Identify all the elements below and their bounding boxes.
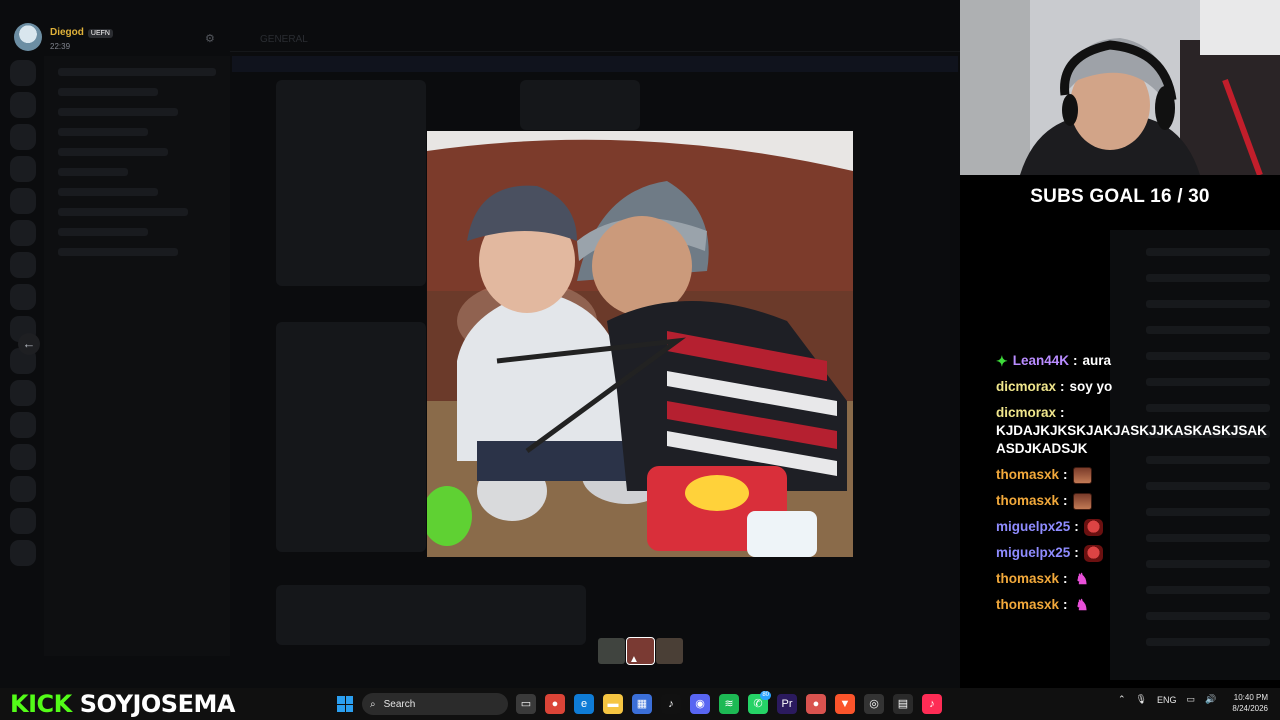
chat-separator: : — [1063, 571, 1068, 586]
chat-message: ✦ Lean44K: aura — [996, 352, 1271, 370]
server-rail — [8, 60, 40, 680]
chat-separator: : — [1073, 353, 1078, 368]
webcam-feed — [960, 0, 1280, 175]
kick-brand: KICK SOYJOSEMA — [10, 690, 235, 718]
taskbar-apps: ▭ ● e ▬ ▦ ♪ ◉ ≋ ✆ 80 Pr ● ▼ ◎ ▤ ♪ — [516, 691, 942, 714]
language-indicator[interactable]: ENG — [1157, 695, 1177, 705]
brave-icon[interactable]: ▼ — [835, 694, 855, 714]
whatsapp-icon[interactable]: ✆ 80 — [748, 691, 771, 714]
user-time: 22:39 — [50, 42, 71, 51]
chat-message: thomasxk: ♞ — [996, 596, 1271, 614]
photo-content — [427, 131, 853, 557]
kick-logo: KICK — [10, 690, 72, 718]
chat-message: thomasxk: — [996, 492, 1271, 510]
search-placeholder: Search — [383, 698, 416, 710]
chat-separator: : — [1074, 545, 1079, 560]
chat-separator: : — [1060, 379, 1065, 394]
chat-separator: : — [1060, 405, 1065, 420]
chat-username[interactable]: Lean44K — [1013, 352, 1069, 370]
chat-username[interactable]: dicmorax — [996, 378, 1056, 396]
chat-message: dicmorax: soy yo — [996, 378, 1271, 396]
chat-username[interactable]: miguelpx25 — [996, 544, 1070, 562]
thumbnail[interactable] — [656, 638, 683, 664]
chrome-alt-icon[interactable]: ● — [806, 694, 826, 714]
subs-goal: SUBS GOAL 16 / 30 — [1030, 186, 1210, 207]
chat-separator: : — [1063, 467, 1068, 482]
file-explorer-icon[interactable]: ▬ — [603, 694, 623, 714]
clock-date: 8/24/2026 — [1232, 704, 1268, 713]
chat-text: KJDAJKJKSKJAKJASKJJKASKASKJSAKASDJKADSJK — [996, 423, 1267, 456]
channel-list — [44, 56, 230, 656]
taskbar-search[interactable]: ⌕ Search — [362, 693, 508, 715]
tiktok-live-icon[interactable]: ♪ — [922, 694, 942, 714]
chat-text: soy yo — [1069, 379, 1113, 394]
chat-message: thomasxk: ♞ — [996, 570, 1271, 588]
spotify-icon[interactable]: ≋ — [719, 694, 739, 714]
system-tray: ⌃ 🎙 ENG ▭ 🔊 — [1118, 694, 1216, 705]
user-badge: UEFN — [87, 29, 113, 38]
chat-message: miguelpx25: — [996, 518, 1271, 536]
mouse-cursor-icon: ▲ — [629, 654, 639, 665]
edge-icon[interactable]: e — [574, 694, 594, 714]
chat-username[interactable]: thomasxk — [996, 596, 1059, 614]
message-attachment — [276, 585, 586, 645]
emote-icon — [1083, 518, 1103, 536]
chat-separator: : — [1074, 519, 1079, 534]
display-icon[interactable]: ▭ — [1187, 694, 1196, 705]
store-icon[interactable]: ▦ — [632, 694, 652, 714]
username: Diegod — [50, 27, 84, 38]
webcam-content — [960, 0, 1280, 175]
sparkle-icon: ✦ — [996, 353, 1008, 369]
emote-icon — [1072, 466, 1092, 484]
user-panel[interactable]: Diegod UEFN 22:39 — [14, 22, 113, 51]
chat-separator: : — [1063, 493, 1068, 508]
stream-chat: ✦ Lean44K: aura dicmorax: soy yo dicmorax: KJD… — [996, 352, 1271, 622]
obs-icon[interactable]: ◎ — [864, 694, 884, 714]
chat-username[interactable]: thomasxk — [996, 570, 1059, 588]
chat-message: dicmorax: KJDAJKJKSKJAKJASKJJKASKASKJSAKA… — [996, 404, 1271, 458]
notification-badge: 80 — [760, 691, 771, 700]
avatar — [14, 22, 42, 51]
chevron-up-icon[interactable]: ⌃ — [1118, 694, 1126, 705]
thumbnail-strip — [598, 637, 683, 665]
new-messages-bar — [232, 56, 958, 72]
microphone-icon[interactable]: 🎙 — [1136, 694, 1147, 705]
settings-icon[interactable]: ⚙ — [205, 32, 217, 45]
emote-icon: ♞ — [1075, 596, 1089, 614]
emote-icon — [1072, 492, 1092, 510]
thumbnail[interactable] — [598, 638, 625, 664]
volume-icon[interactable]: 🔊 — [1205, 694, 1216, 705]
message-attachment — [276, 80, 426, 286]
terminal-icon[interactable]: ▤ — [893, 694, 913, 714]
taskbar-clock[interactable]: 10:40 PM 8/24/2026 — [1226, 692, 1268, 714]
emote-icon: ♞ — [1075, 570, 1089, 588]
chat-separator: : — [1063, 597, 1068, 612]
tiktok-icon[interactable]: ♪ — [661, 694, 681, 714]
viewer-image — [427, 131, 853, 557]
discord-icon[interactable]: ◉ — [690, 694, 710, 714]
chat-username[interactable]: thomasxk — [996, 492, 1059, 510]
task-view-icon[interactable]: ▭ — [516, 694, 536, 714]
chat-text: aura — [1082, 353, 1112, 368]
message-attachment — [276, 322, 426, 552]
premiere-icon[interactable]: Pr — [777, 694, 797, 714]
chat-username[interactable]: dicmorax — [996, 405, 1056, 420]
channel-name: SOYJOSEMA — [79, 690, 236, 718]
search-icon: ⌕ — [370, 698, 376, 710]
channel-header: GENERAL — [230, 26, 960, 52]
chat-message: thomasxk: — [996, 466, 1271, 484]
clock-time: 10:40 PM — [1233, 693, 1268, 702]
windows-start-icon[interactable] — [337, 696, 353, 712]
emote-icon — [1083, 544, 1103, 562]
prev-image-button[interactable]: ← — [18, 333, 40, 355]
chrome-icon[interactable]: ● — [545, 694, 565, 714]
channel-title: GENERAL — [260, 34, 308, 45]
chat-message: miguelpx25: — [996, 544, 1271, 562]
chat-username[interactable]: thomasxk — [996, 466, 1059, 484]
chat-username[interactable]: miguelpx25 — [996, 518, 1070, 536]
message-attachment — [520, 80, 640, 130]
